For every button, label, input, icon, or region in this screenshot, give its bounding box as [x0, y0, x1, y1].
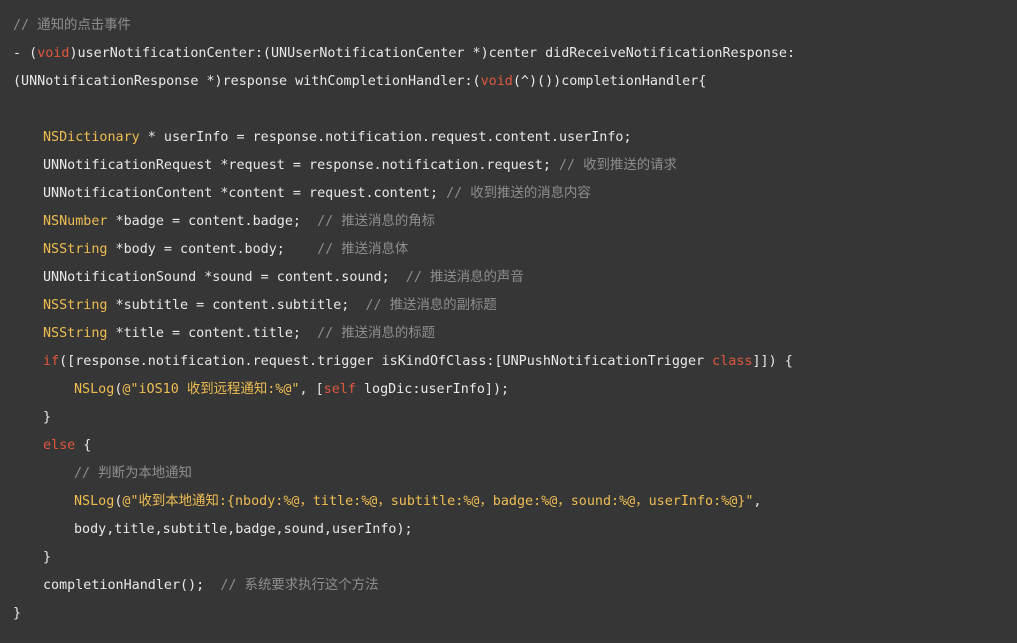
code-token-string: @"收到本地通知:{nbody:%@，title:%@，subtitle:%@，…	[122, 494, 754, 509]
code-token-plain: ,	[753, 494, 762, 509]
code-line: NSNumber *badge = content.badge; // 推送消息…	[13, 208, 1017, 236]
code-token-plain: body,title,subtitle,badge,sound,userInfo…	[74, 522, 413, 537]
code-token-plain: }	[43, 410, 52, 425]
code-line: NSString *subtitle = content.subtitle; /…	[13, 292, 1017, 320]
code-token-keyword: else	[43, 438, 76, 453]
code-line: }	[13, 600, 1017, 628]
code-token-plain: (UNNotificationResponse *)response withC…	[13, 74, 481, 89]
code-token-plain: UNNotificationSound *sound = content.sou…	[43, 270, 406, 285]
code-token-plain: )userNotificationCenter:(UNUserNotificat…	[69, 46, 796, 61]
code-line: }	[13, 404, 1017, 432]
code-token-comment: // 系统要求执行这个方法	[220, 578, 379, 593]
code-token-plain: *badge = content.badge;	[107, 214, 318, 229]
code-token-type: NSDictionary	[43, 130, 140, 145]
code-line: // 判断为本地通知	[13, 460, 1017, 488]
code-line: UNNotificationContent *content = request…	[13, 180, 1017, 208]
code-editor: // 通知的点击事件 - (void)userNotificationCente…	[0, 0, 1017, 643]
code-token-plain: *title = content.title;	[107, 326, 318, 341]
code-token-string: @"iOS10 收到远程通知:%@"	[122, 382, 300, 397]
code-token-comment: // 推送消息的角标	[317, 214, 436, 229]
code-token-type: NSLog	[74, 494, 115, 509]
code-line: else {	[13, 432, 1017, 460]
code-token-plain: completionHandler();	[43, 578, 221, 593]
code-token-plain: (^)())completionHandler{	[512, 74, 707, 89]
code-token-comment: // 通知的点击事件	[13, 18, 131, 33]
code-token-plain: }	[43, 550, 52, 565]
code-token-plain: , [	[299, 382, 324, 397]
code-line: UNNotificationRequest *request = respons…	[13, 152, 1017, 180]
code-token-type: NSString	[43, 242, 108, 257]
code-line: }	[13, 544, 1017, 572]
code-line: completionHandler(); // 系统要求执行这个方法	[13, 572, 1017, 600]
code-line: UNNotificationSound *sound = content.sou…	[13, 264, 1017, 292]
code-line: body,title,subtitle,badge,sound,userInfo…	[13, 516, 1017, 544]
code-token-comment: // 收到推送的请求	[558, 158, 677, 173]
code-token-comment: // 推送消息的副标题	[365, 298, 497, 313]
code-token-keyword: if	[43, 354, 60, 369]
code-token-comment: // 推送消息体	[317, 242, 409, 257]
code-token-plain: logDic:userInfo]);	[355, 382, 510, 397]
code-token-type: NSString	[43, 298, 108, 313]
code-token-type: NSString	[43, 326, 108, 341]
code-line: NSString *body = content.body; // 推送消息体	[13, 236, 1017, 264]
code-token-comment: // 判断为本地通知	[74, 466, 192, 481]
code-token-plain: {	[75, 438, 92, 453]
code-line: NSLog(@"收到本地通知:{nbody:%@，title:%@，subtit…	[13, 488, 1017, 516]
code-token-plain: }	[13, 606, 22, 621]
code-token-plain: ]]) {	[752, 354, 793, 369]
code-line: // 通知的点击事件	[13, 12, 1017, 40]
code-token-plain: * userInfo = response.notification.reque…	[139, 130, 632, 145]
code-token-plain: ([response.notification.request.trigger …	[59, 354, 713, 369]
code-line: - (void)userNotificationCenter:(UNUserNo…	[13, 40, 1017, 68]
code-token-keyword: class	[712, 354, 753, 369]
code-token-comment: // 收到推送的消息内容	[446, 186, 591, 201]
code-token-plain: - (	[13, 46, 38, 61]
code-token-comment: // 推送消息的声音	[405, 270, 524, 285]
code-token-plain: UNNotificationRequest *request = respons…	[43, 158, 559, 173]
code-line: NSString *title = content.title; // 推送消息…	[13, 320, 1017, 348]
code-line: if([response.notification.request.trigge…	[13, 348, 1017, 376]
code-token-plain: *subtitle = content.subtitle;	[107, 298, 366, 313]
code-token-keyword: self	[323, 382, 356, 397]
code-token-keyword: void	[37, 46, 70, 61]
code-token-keyword: void	[480, 74, 513, 89]
code-token-type: NSLog	[74, 382, 115, 397]
code-line: (UNNotificationResponse *)response withC…	[13, 68, 1017, 96]
code-line: NSDictionary * userInfo = response.notif…	[13, 124, 1017, 152]
code-token-comment: // 推送消息的标题	[317, 326, 436, 341]
code-token-plain: UNNotificationContent *content = request…	[43, 186, 447, 201]
code-line: NSLog(@"iOS10 收到远程通知:%@", [self logDic:u…	[13, 376, 1017, 404]
code-token-type: NSNumber	[43, 214, 108, 229]
code-token-plain: *body = content.body;	[107, 242, 318, 257]
